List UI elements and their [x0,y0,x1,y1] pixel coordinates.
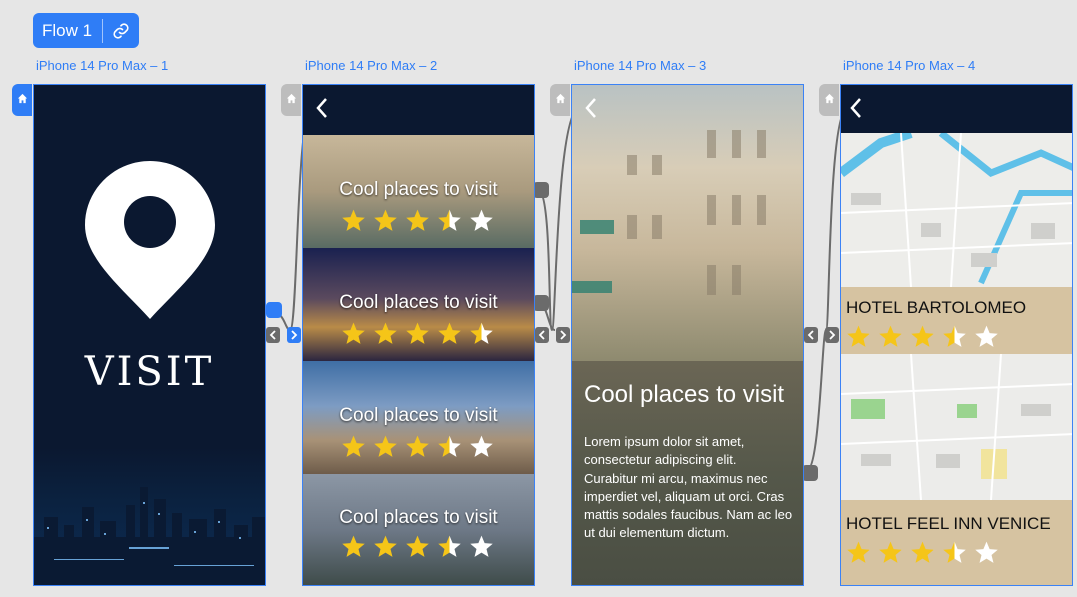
star-icon [879,325,902,347]
chevron-right-icon[interactable] [287,327,301,343]
chevron-left-icon[interactable] [584,97,598,119]
rating-stars [341,208,494,233]
hotel-name: HOTEL FEEL INN VENICE [846,514,1051,533]
star-icon [406,209,429,231]
star-icon [847,325,870,347]
star-icon [911,325,934,347]
star-icon [406,535,429,557]
map-image [841,354,1072,500]
star-icon [342,322,365,344]
rating-stars [846,324,999,349]
star-icon [879,541,902,563]
rating-stars [846,540,999,565]
hotel-card[interactable]: HOTEL FEEL INN VENICE [841,500,1072,585]
place-card[interactable]: Cool places to visit [303,474,534,585]
rating-stars [341,321,494,346]
detail-title: Cool places to visit [584,381,785,408]
frame-3-detail[interactable]: Cool places to visit Lorem ipsum dolor s… [571,84,804,586]
connector-handle[interactable] [533,182,549,198]
star-icon [975,325,998,347]
connector-handle[interactable] [266,302,282,318]
connector-handle[interactable] [533,295,549,311]
frame-4-hotels[interactable]: HOTEL BARTOLOMEO HOTEL FEEL INN VENICE [840,84,1073,586]
chevron-right-icon[interactable] [556,327,570,343]
brand-title: VISIT [84,349,215,395]
chevron-left-icon[interactable] [315,97,329,119]
star-icon [342,209,365,231]
rating-stars [341,434,494,459]
star-icon [342,535,365,557]
star-icon [374,209,397,231]
star-icon [342,435,365,457]
map-pin-icon [85,161,215,319]
place-card[interactable]: Cool places to visit [303,248,534,361]
star-icon [438,535,461,557]
place-card-title: Cool places to visit [339,292,498,313]
place-card-title: Cool places to visit [339,179,498,200]
star-icon [470,435,493,457]
top-bar [303,85,534,135]
place-card[interactable]: Cool places to visit [303,135,534,248]
detail-body: Lorem ipsum dolor sit amet, consectetur … [584,434,793,541]
place-card-title: Cool places to visit [339,405,498,426]
star-icon [374,535,397,557]
star-icon [438,209,461,231]
frame-1-splash[interactable]: VISIT [33,84,266,586]
city-skyline-image [34,447,265,585]
rating-stars [341,534,494,559]
star-icon [847,541,870,563]
star-icon [406,435,429,457]
star-icon [406,322,429,344]
map-image [841,133,1072,287]
chevron-left-icon[interactable] [266,327,280,343]
star-icon [943,541,966,563]
connector-handle[interactable] [802,465,818,481]
star-icon [470,322,493,344]
star-icon [438,322,461,344]
venice-building-image [572,85,803,361]
frame-2-list[interactable]: Cool places to visit Cool places to visi… [302,84,535,586]
star-icon [374,435,397,457]
star-icon [374,322,397,344]
star-icon [975,541,998,563]
chevron-right-icon[interactable] [825,327,839,343]
chevron-left-icon[interactable] [849,97,863,119]
star-icon [438,435,461,457]
chevron-left-icon[interactable] [535,327,549,343]
place-card[interactable]: Cool places to visit [303,361,534,474]
hotel-name: HOTEL BARTOLOMEO [846,298,1027,317]
star-icon [943,325,966,347]
place-card-title: Cool places to visit [339,507,498,528]
star-icon [470,209,493,231]
chevron-left-icon[interactable] [804,327,818,343]
hotel-card[interactable]: HOTEL BARTOLOMEO [841,287,1072,354]
star-icon [470,535,493,557]
star-icon [911,541,934,563]
top-bar [841,85,1072,133]
